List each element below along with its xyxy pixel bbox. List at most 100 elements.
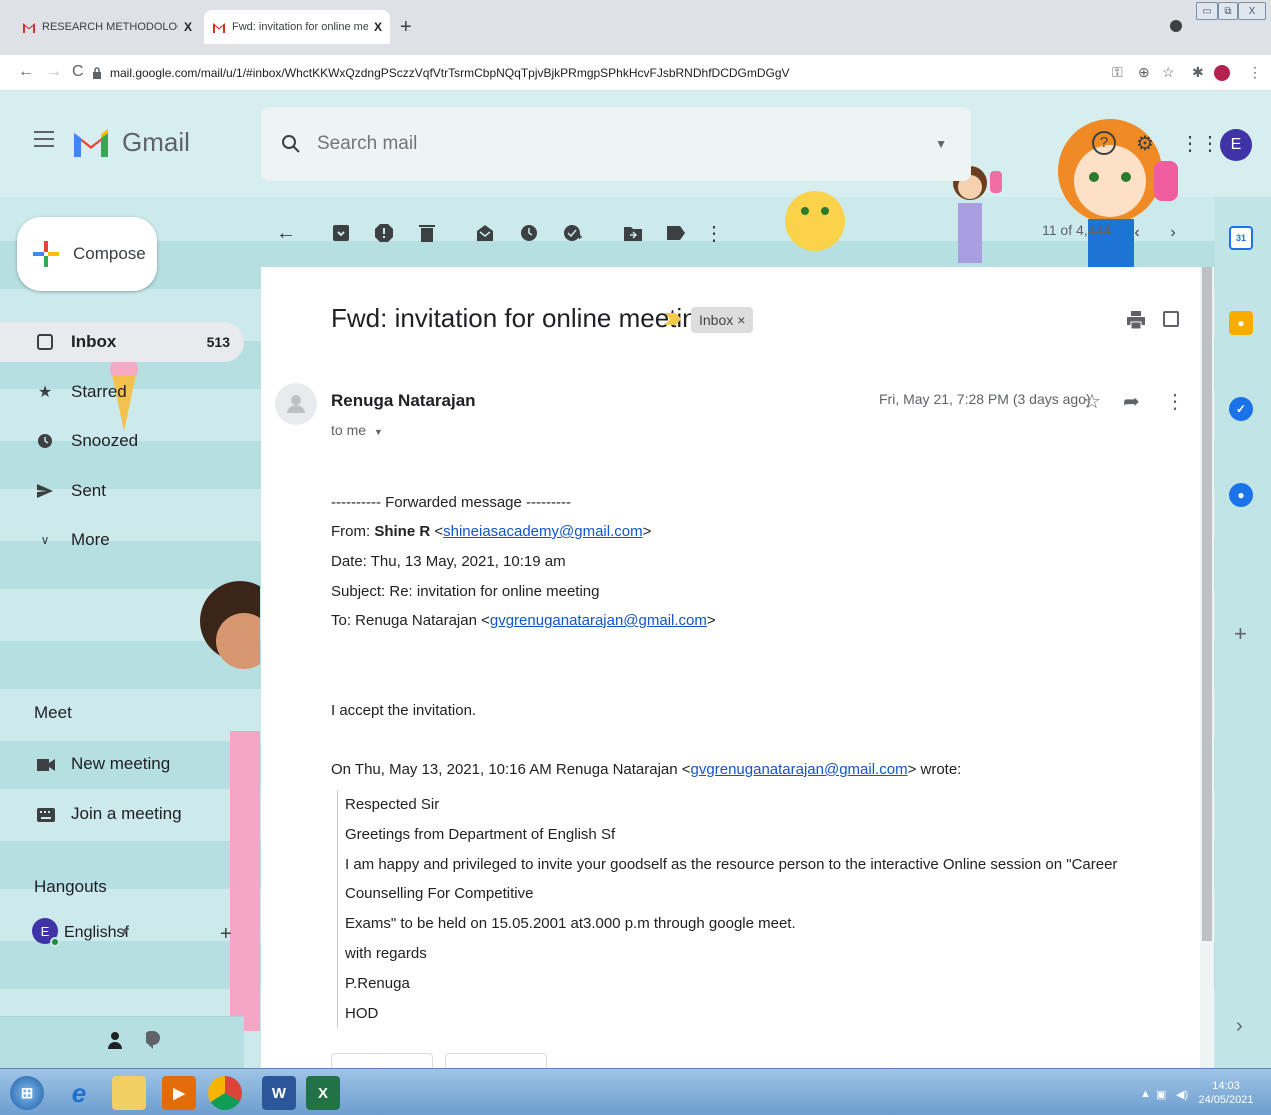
network-icon[interactable]: ▣: [1156, 1088, 1166, 1101]
older-message-icon[interactable]: ›: [1164, 223, 1182, 243]
back-button[interactable]: ←: [18, 63, 34, 81]
message-scrollbar[interactable]: [1200, 267, 1214, 1068]
address-bar-row: ← → C mail.google.com/mail/u/1/#inbox/Wh…: [0, 55, 1271, 91]
file-explorer-icon[interactable]: [112, 1076, 146, 1110]
join-meeting-button[interactable]: Join a meeting: [0, 794, 244, 834]
new-meeting-button[interactable]: New meeting: [0, 744, 244, 784]
delete-icon[interactable]: [418, 223, 436, 243]
window-close-button[interactable]: X: [1238, 2, 1266, 20]
browser-tab-bar: RESEARCH METHODOLOGY - SYL X Fwd: invita…: [0, 0, 1271, 55]
tab-title: RESEARCH METHODOLOGY - SYL: [42, 21, 178, 33]
new-tab-button[interactable]: +: [400, 16, 412, 39]
get-addons-button[interactable]: +: [1234, 621, 1247, 647]
help-icon[interactable]: ?: [1092, 131, 1116, 155]
internet-explorer-icon[interactable]: e: [62, 1076, 96, 1110]
reply-icon[interactable]: ➦: [1123, 389, 1140, 414]
join-meeting-label: Join a meeting: [71, 804, 182, 823]
recipient-details-toggle[interactable]: to me ▼: [331, 422, 383, 438]
from-email-link[interactable]: shineiasacademy@gmail.com: [443, 523, 642, 540]
volume-icon[interactable]: ◀): [1176, 1088, 1188, 1101]
show-side-panel-button[interactable]: ›: [1236, 1015, 1243, 1038]
importance-marker-icon[interactable]: [665, 313, 681, 325]
url-field[interactable]: mail.google.com/mail/u/1/#inbox/WhctKKWx…: [92, 60, 1092, 86]
forward-button[interactable]: →: [46, 63, 62, 81]
sidebar-item-sent[interactable]: Sent: [0, 471, 244, 511]
message-subject: Fwd: invitation for online meeting: [331, 303, 712, 333]
word-icon[interactable]: W: [262, 1076, 296, 1110]
forwarded-subject-line: Subject: Re: invitation for online meeti…: [331, 583, 600, 600]
search-bar[interactable]: ▼: [261, 107, 971, 181]
maximize-button[interactable]: ⧉: [1218, 2, 1238, 20]
contacts-person-icon[interactable]: [108, 1031, 122, 1049]
message-counter: 11 of 4,444: [1042, 222, 1112, 238]
calendar-icon[interactable]: 31: [1229, 226, 1253, 250]
sidebar-item-snoozed[interactable]: Snoozed: [0, 421, 244, 461]
contacts-icon[interactable]: ●: [1229, 483, 1253, 507]
sidebar-item-starred[interactable]: ★ Starred: [0, 372, 244, 412]
tab-close-icon[interactable]: X: [374, 20, 382, 34]
zoom-icon[interactable]: ⊕: [1138, 64, 1150, 81]
main-menu-icon[interactable]: [34, 131, 54, 147]
tab-close-icon[interactable]: X: [184, 20, 192, 34]
newer-message-icon[interactable]: ‹: [1128, 223, 1146, 243]
settings-gear-icon[interactable]: ⚙: [1136, 131, 1154, 156]
sidebar-item-more[interactable]: ∨ More: [0, 520, 244, 560]
gmail-logo-text: Gmail: [122, 127, 190, 157]
report-spam-icon[interactable]: [375, 223, 393, 243]
forward-button[interactable]: [445, 1053, 547, 1068]
sidebar-item-label: More: [71, 530, 110, 549]
label-tag-icon[interactable]: [667, 223, 685, 243]
snooze-clock-icon[interactable]: [520, 223, 538, 243]
quote-intro-line: On Thu, May 13, 2021, 10:16 AM Renuga Na…: [331, 761, 961, 778]
more-options-icon[interactable]: ⋮: [704, 223, 724, 245]
quote-intro-email-link[interactable]: gvgrenuganatarajan@gmail.com: [691, 761, 908, 778]
gmail-app: Gmail ▼ ? ⚙ ⋮⋮⋮ E Compose Inbox 513 ★ St…: [0, 91, 1271, 1068]
search-input[interactable]: [317, 133, 877, 155]
browser-profile-icon[interactable]: [1170, 20, 1182, 32]
message-more-icon[interactable]: ⋮: [1165, 389, 1185, 414]
media-player-icon[interactable]: ▶: [162, 1076, 196, 1110]
bookmark-star-icon[interactable]: ☆: [1162, 64, 1175, 81]
hangouts-chat-icon[interactable]: [146, 1031, 160, 1049]
extensions-icon[interactable]: ✱: [1192, 64, 1204, 81]
remove-label-icon[interactable]: ×: [737, 312, 745, 328]
browser-menu-icon[interactable]: ⋮: [1248, 64, 1262, 81]
to-email-link[interactable]: gvgrenuganatarajan@gmail.com: [490, 612, 707, 629]
search-icon[interactable]: [281, 134, 301, 154]
open-in-new-window-icon[interactable]: [1163, 311, 1179, 327]
clock-time: 14:03: [1212, 1080, 1240, 1092]
add-to-tasks-icon[interactable]: [564, 223, 582, 243]
system-clock[interactable]: 14:03 24/05/2021: [1196, 1079, 1256, 1107]
reply-button[interactable]: [331, 1053, 433, 1068]
clock-icon: [36, 432, 54, 450]
tab-fwd-invitation[interactable]: Fwd: invitation for online meeting X: [204, 10, 390, 44]
label-chip-text: Inbox: [699, 312, 734, 328]
tray-expand-icon[interactable]: ▲: [1140, 1088, 1151, 1100]
print-icon[interactable]: [1127, 311, 1145, 329]
search-options-caret-icon[interactable]: ▼: [935, 137, 947, 151]
sidebar-item-label: Snoozed: [71, 431, 139, 450]
chrome-icon[interactable]: [208, 1076, 242, 1110]
mark-unread-icon[interactable]: [476, 223, 494, 243]
scrollbar-thumb[interactable]: [1202, 267, 1212, 941]
hangouts-user-dropdown-icon[interactable]: ▼: [120, 927, 130, 938]
archive-icon[interactable]: [332, 223, 350, 243]
key-icon[interactable]: ⚿: [1112, 64, 1123, 81]
profile-avatar-icon[interactable]: [1214, 65, 1230, 81]
compose-button[interactable]: Compose: [17, 217, 157, 291]
tasks-icon[interactable]: ✓: [1229, 397, 1253, 421]
star-message-icon[interactable]: ☆: [1083, 389, 1101, 414]
tab-research-methodology[interactable]: RESEARCH METHODOLOGY - SYL X: [14, 12, 200, 42]
account-avatar[interactable]: E: [1220, 129, 1252, 161]
move-to-icon[interactable]: [624, 223, 642, 243]
new-conversation-button[interactable]: +: [220, 923, 232, 946]
reload-button[interactable]: C: [72, 63, 84, 81]
gmail-logo-icon[interactable]: [72, 127, 110, 157]
sidebar-item-inbox[interactable]: Inbox 513: [0, 322, 244, 362]
clock-date: 24/05/2021: [1198, 1094, 1254, 1106]
back-to-inbox-icon[interactable]: ←: [276, 222, 296, 244]
minimize-button[interactable]: ▭: [1196, 2, 1218, 20]
excel-icon[interactable]: X: [306, 1076, 340, 1110]
windows-start-icon[interactable]: ⊞: [10, 1076, 44, 1110]
keep-icon[interactable]: ●: [1229, 311, 1253, 335]
